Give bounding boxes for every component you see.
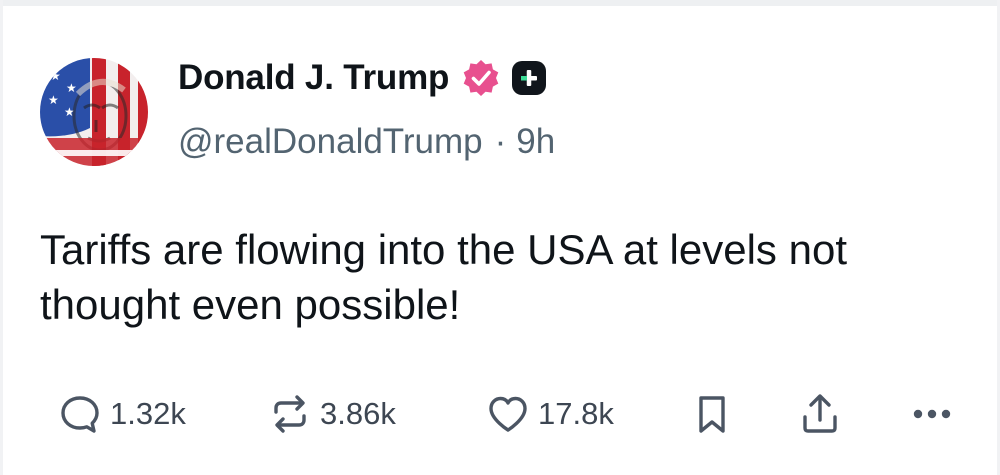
bookmark-icon xyxy=(690,392,734,436)
handle-separator: · xyxy=(494,122,507,161)
plus-badge-icon xyxy=(511,60,547,96)
author-name-row: Donald J. Trump xyxy=(178,56,547,100)
svg-text:★: ★ xyxy=(48,93,59,107)
author-display-name[interactable]: Donald J. Trump xyxy=(178,58,449,98)
verified-badge-icon xyxy=(461,58,501,98)
share-icon xyxy=(798,392,842,436)
more-button[interactable] xyxy=(910,388,954,440)
avatar[interactable]: ★ ★ ★ ★ xyxy=(40,58,148,166)
post-text: Tariffs are flowing into the USA at leve… xyxy=(40,226,847,328)
comment-icon xyxy=(58,392,102,436)
repost-icon xyxy=(268,392,312,436)
more-icon xyxy=(910,392,954,436)
reply-count: 1.32k xyxy=(110,396,186,431)
svg-text:★: ★ xyxy=(50,69,61,83)
like-count: 17.8k xyxy=(538,396,614,431)
post-card: ★ ★ ★ ★ Donald J. Trump @realDonaldTrump… xyxy=(0,0,1000,475)
heart-icon xyxy=(486,392,530,436)
share-button[interactable] xyxy=(798,388,842,440)
author-handle[interactable]: @realDonaldTrump xyxy=(178,122,483,162)
like-button[interactable]: 17.8k xyxy=(486,388,614,440)
repost-button[interactable]: 3.86k xyxy=(268,388,396,440)
svg-text:★: ★ xyxy=(66,81,77,95)
reply-button[interactable]: 1.32k xyxy=(58,388,186,440)
action-bar: 1.32k 3.86k 17.8k xyxy=(0,388,1000,440)
repost-count: 3.86k xyxy=(320,396,396,431)
author-handle-row: @realDonaldTrump · 9h xyxy=(178,122,555,162)
bookmark-button[interactable] xyxy=(690,388,734,440)
post-timestamp[interactable]: 9h xyxy=(516,122,555,162)
